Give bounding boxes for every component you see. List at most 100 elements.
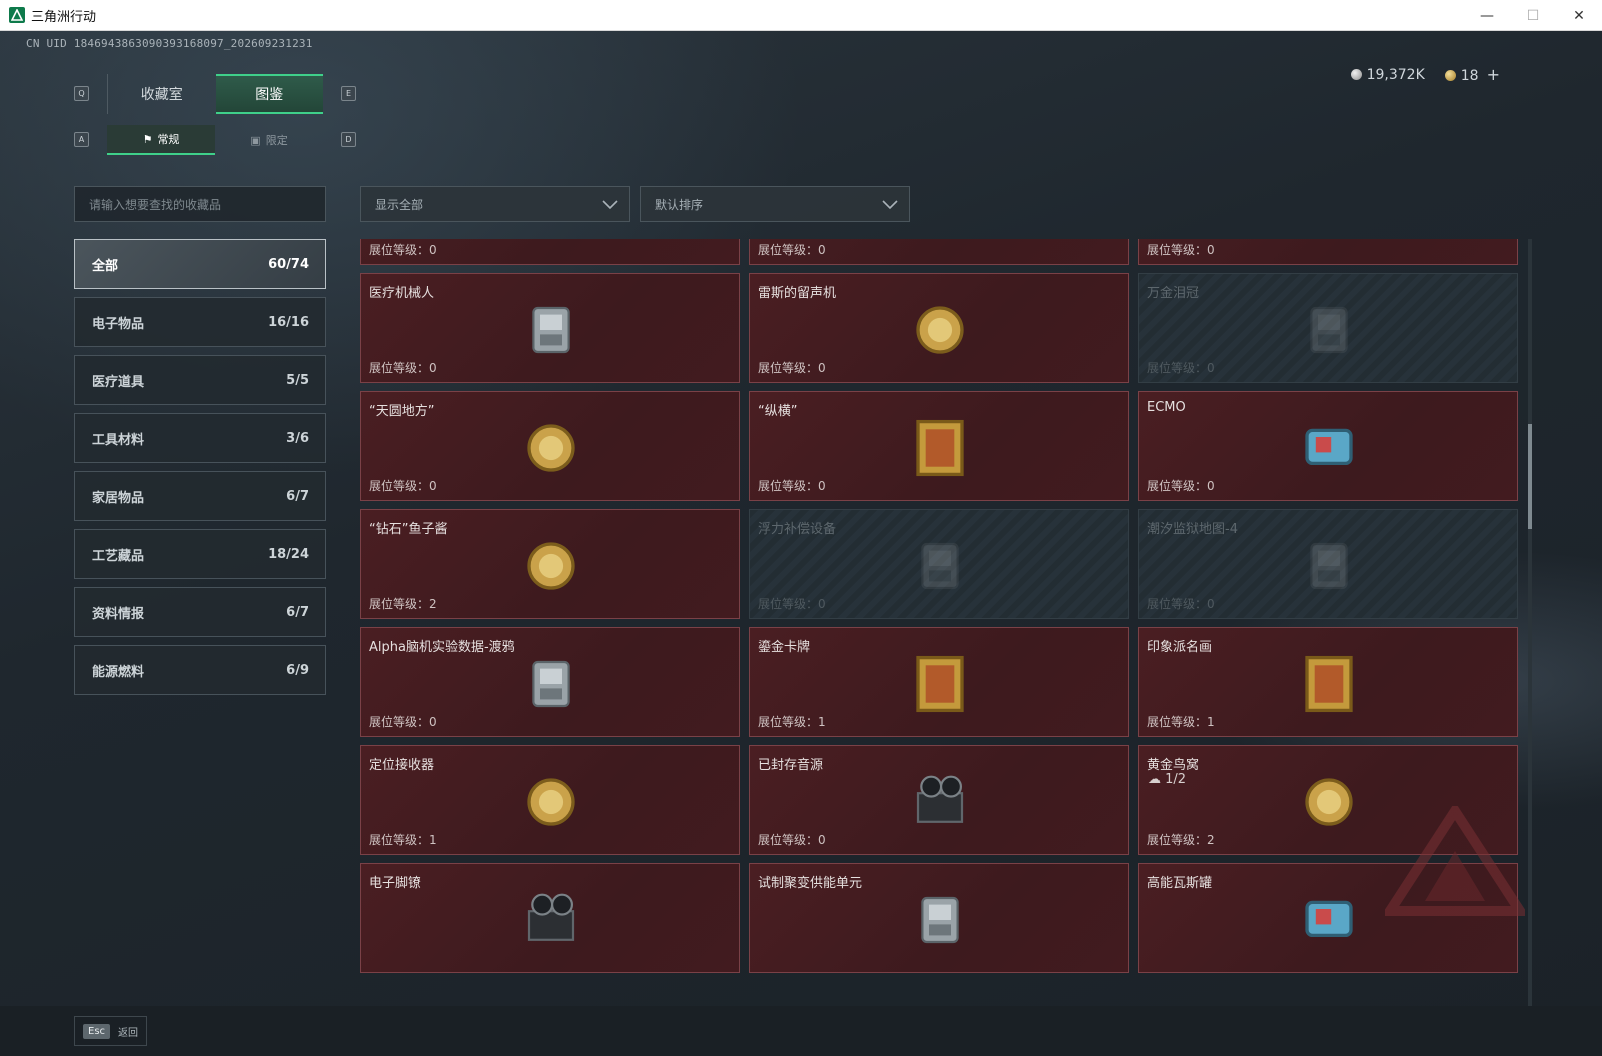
grid-scrollbar[interactable] [1528,239,1532,1006]
item-card[interactable]: “天圆地方” 展位等级：0 [360,391,740,501]
item-name: “钻石”鱼子酱 [369,522,448,537]
item-name: 潮汐监狱地图-4 [1147,522,1238,537]
item-name: 电子脚镣 [369,876,422,891]
gold-currency[interactable]: 18 + [1444,65,1500,84]
item-name: 试制聚变供能单元 [758,876,863,891]
item-display-level: 展位等级：0 [758,479,826,493]
item-card[interactable]: 雷斯的留声机 展位等级：0 [749,273,1129,383]
item-card[interactable]: 潮汐监狱地图-4 展位等级：0 [1138,509,1518,619]
item-name: 定位接收器 [369,758,435,773]
item-name: 浮力补偿设备 [758,522,837,537]
item-name: 已封存音源 [758,758,824,773]
item-card[interactable]: 电子脚镣 [360,863,740,973]
category-medical[interactable]: 医疗道具 5/5 [74,355,326,405]
silver-amount: 19,372K [1366,66,1425,83]
chess-box-icon [900,408,980,488]
item-name: 高能瓦斯罐 [1147,876,1213,891]
esc-key-hint: Esc [83,1023,111,1039]
sort-dropdown[interactable]: 默认排序 [640,186,910,222]
limited-icon: ▣ [250,133,261,147]
item-display-level: 展位等级：0 [758,361,826,375]
filter-dropdown-value: 显示全部 [375,197,424,212]
item-card[interactable]: 医疗机械人展位等级：0 [360,273,740,383]
category-crafts[interactable]: 工艺藏品 18/24 [74,529,326,579]
category-count: 60/74 [268,256,309,272]
minimize-button[interactable]: — [1464,0,1510,31]
back-button[interactable]: Esc 返回 [74,1016,148,1046]
capsule-device-icon [511,239,591,252]
buoyancy-device-icon [900,526,980,606]
item-card[interactable]: 印象派名画 展位等级：1 [1138,627,1518,737]
item-grid: 展位等级：0 展位等级：0 展位等级：0 医疗机械人 展位等级：0 雷斯的留声机 展位等级：… [360,239,1520,1006]
item-display-level: 展位等级：0 [758,833,826,847]
item-card[interactable]: 鎏金卡牌 展位等级：1 [749,627,1129,737]
key-hint-q: Q [74,86,89,101]
category-household[interactable]: 家居物品 6/7 [74,471,326,521]
item-card[interactable]: 万金泪冠 展位等级：0 [1138,273,1518,383]
item-name: 鎏金卡牌 [758,640,811,655]
category-count: 18/24 [268,546,309,562]
item-card[interactable]: “纵横” 展位等级：0 [749,391,1129,501]
silver-coin-icon [1350,68,1362,80]
app-logo-icon [9,7,25,23]
delta-logo-watermark [1385,806,1525,916]
item-name: 黄金鸟窝 [1147,758,1200,773]
uid-label: CN UID 1846943863090393168097_2026092312… [26,37,313,50]
tab-collection-room[interactable]: 收藏室 [108,74,216,114]
medical-robot-icon [511,290,591,370]
item-name: 医疗机械人 [369,286,435,301]
item-card[interactable]: 试制聚变供能单元 [749,863,1129,973]
item-name: “纵横” [758,404,798,419]
category-count: 6/7 [286,488,309,504]
item-card[interactable]: Alpha脑机实验数据-渡鸦 展位等级：0 [360,627,740,737]
painting-icon [1289,644,1369,724]
item-card[interactable]: 已封存音源展位等级：0 [749,745,1129,855]
gilded-card-icon [900,644,980,724]
category-label: 工具材料 [92,432,145,448]
chevron-down-icon [602,200,618,210]
category-energy[interactable]: 能源燃料 6/9 [74,645,326,695]
item-card[interactable]: 定位接收器 展位等级：1 [360,745,740,855]
currency-bar: 19,372K 18 + [1350,65,1500,84]
item-display-level: 展位等级：2 [1147,833,1215,847]
add-currency-icon[interactable]: + [1487,65,1500,84]
category-label: 能源燃料 [92,664,145,680]
filter-dropdown[interactable]: 显示全部 [360,186,630,222]
battery-pack-icon [1289,239,1369,252]
item-card[interactable]: 展位等级：0 [749,239,1129,265]
search-input[interactable]: 请输入想要查找的收藏品 [74,186,326,222]
category-label: 电子物品 [92,316,145,332]
item-display-level: 展位等级：0 [369,243,437,257]
gold-coin-icon [1444,70,1456,81]
main-tabs: 收藏室 图鉴 [107,74,323,114]
maximize-button[interactable]: ☐ [1510,0,1556,31]
item-progress: ☁ 1/2 [1148,772,1186,787]
regular-icon: ⚑ [142,132,153,146]
item-card[interactable]: 浮力补偿设备 展位等级：0 [749,509,1129,619]
category-all[interactable]: 全部 60/74 [74,239,326,289]
subtab-regular[interactable]: ⚑ 常规 [107,125,215,155]
close-button[interactable]: ✕ [1556,0,1602,31]
item-card[interactable]: ECMO 展位等级：0 [1138,391,1518,501]
reel-recorder-icon [900,762,980,842]
tab-catalog[interactable]: 图鉴 [215,74,323,114]
item-card[interactable]: 展位等级：0 [360,239,740,265]
receiver-icon [511,762,591,842]
item-display-level: 展位等级：0 [369,361,437,375]
scrollbar-thumb[interactable] [1528,424,1532,529]
category-label: 工艺藏品 [92,548,145,564]
bottom-bar: Esc 返回 [0,1006,1602,1056]
item-card[interactable]: “钻石”鱼子酱 展位等级：2 [360,509,740,619]
crown-icon [1289,290,1369,370]
item-name: ECMO [1147,400,1186,415]
item-card[interactable]: 展位等级：0 [1138,239,1518,265]
nest-progress-icon: ☁ [1148,772,1166,787]
silver-currency: 19,372K [1350,66,1425,83]
category-intel[interactable]: 资料情报 6/7 [74,587,326,637]
category-count: 5/5 [286,372,309,388]
category-tools[interactable]: 工具材料 3/6 [74,413,326,463]
category-electronics[interactable]: 电子物品 16/16 [74,297,326,347]
subtab-limited[interactable]: ▣ 限定 [215,125,323,155]
map-icon [1289,526,1369,606]
caviar-tin-icon [511,526,591,606]
